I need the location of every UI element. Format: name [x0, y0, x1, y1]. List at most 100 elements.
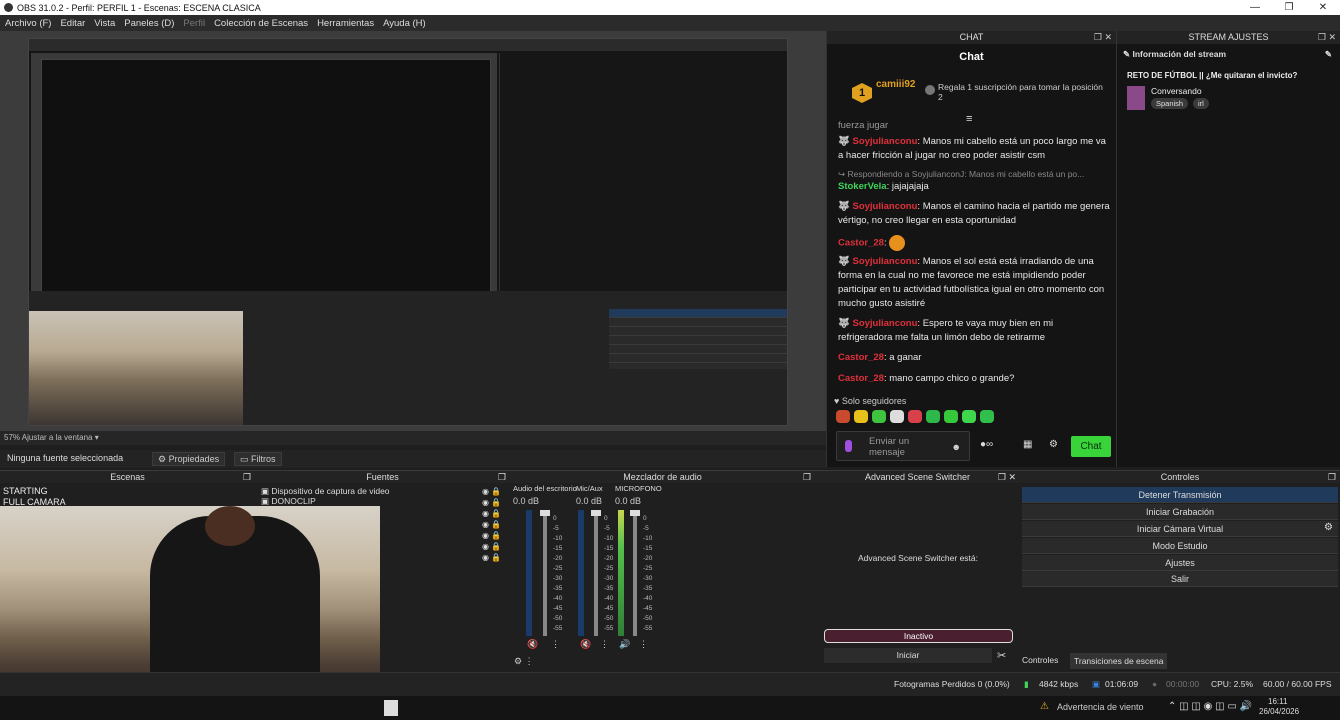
switcher-start-button[interactable]: Iniciar: [824, 648, 992, 663]
eye-icon[interactable]: ◉ 🔒: [482, 552, 501, 563]
emoji-icon[interactable]: ☻: [952, 442, 961, 452]
dock-float-close-icon[interactable]: ❐ ✕: [1094, 31, 1112, 44]
settings-gear-icon[interactable]: ⚙: [1049, 439, 1058, 450]
fader-knob[interactable]: [630, 510, 640, 516]
edit-icon[interactable]: ✎: [1325, 44, 1332, 64]
exit-button[interactable]: Salir: [1022, 571, 1338, 587]
volume-fader[interactable]: [543, 510, 547, 636]
muted-speaker-icon[interactable]: 🔇: [580, 639, 591, 650]
chat-username[interactable]: Soyjulianconu: [852, 136, 917, 147]
chat-message: 🐺 Soyjulianconu: Manos mi cabello está u…: [838, 135, 1110, 163]
channel-menu-icon[interactable]: ⋮: [600, 639, 609, 650]
emote-icon[interactable]: [944, 410, 958, 423]
menu-ayuda[interactable]: Ayuda (H): [383, 18, 426, 29]
chat-username[interactable]: Soyjulianconu: [852, 318, 917, 329]
emote-icon[interactable]: [908, 410, 922, 423]
chat-input[interactable]: Enviar un mensaje ☻: [836, 431, 970, 461]
mixer-settings-icon[interactable]: ⚙ ⋮: [514, 656, 534, 667]
eye-icon[interactable]: ◉ 🔒: [482, 497, 501, 508]
maximize-button[interactable]: ❐: [1272, 0, 1306, 15]
fader-knob[interactable]: [540, 510, 550, 516]
tab-transiciones[interactable]: Transiciones de escena: [1070, 653, 1168, 669]
chat-username[interactable]: Castor_28: [838, 352, 884, 363]
fader-knob[interactable]: [591, 510, 601, 516]
clock-date[interactable]: 26/04/2026: [1259, 707, 1299, 716]
properties-button[interactable]: ⚙ Propiedades: [152, 452, 226, 466]
source-item-capture[interactable]: ▣ Dispositivo de captura de video: [261, 486, 390, 496]
start-virtualcam-button[interactable]: Iniciar Cámara Virtual: [1022, 521, 1338, 537]
emote-icon[interactable]: [890, 410, 904, 423]
chat-username[interactable]: Castor_28: [838, 238, 884, 249]
menu-herramientas[interactable]: Herramientas: [317, 18, 374, 29]
emote-icon[interactable]: [836, 410, 850, 423]
emote-icon[interactable]: [854, 410, 868, 423]
chat-send-button[interactable]: Chat: [1071, 436, 1111, 457]
chat-username[interactable]: Castor_28: [838, 373, 884, 384]
tools-icon[interactable]: ✂: [997, 649, 1006, 662]
emote-icon[interactable]: [872, 410, 886, 423]
menu-archivo[interactable]: Archivo (F): [5, 18, 51, 29]
emote-icon[interactable]: [926, 410, 940, 423]
stop-stream-button[interactable]: Detener Transmisión: [1022, 487, 1338, 503]
tray-icons[interactable]: ⌃ ◫ ◫ ◉ ◫ ▭ 🔊: [1168, 701, 1252, 712]
channel-name: MICROFONO: [615, 484, 662, 493]
filters-button[interactable]: ▭ Filtros: [234, 452, 282, 466]
close-button[interactable]: ✕: [1306, 0, 1340, 15]
volume-fader[interactable]: [633, 510, 637, 636]
channel-menu-icon[interactable]: ⋮: [639, 639, 648, 650]
live-time: 01:06:09: [1105, 679, 1139, 689]
menu-perfil[interactable]: Perfil: [183, 18, 205, 29]
eye-icon[interactable]: ◉ 🔒: [482, 486, 501, 497]
start-recording-button[interactable]: Iniciar Grabación: [1022, 504, 1338, 520]
tab-controles[interactable]: Controles: [1022, 655, 1058, 665]
menu-vista[interactable]: Vista: [94, 18, 115, 29]
bits-icon[interactable]: ●∞: [980, 439, 993, 450]
pinned-gift[interactable]: 1 camiii92 Regala 1 suscripción para tom…: [836, 73, 1110, 109]
weather-alert[interactable]: Advertencia de viento: [1057, 702, 1144, 712]
image-icon: ▣: [261, 496, 270, 506]
eye-icon[interactable]: ◉ 🔒: [482, 508, 501, 519]
volume-meter: [578, 510, 584, 636]
mic-icon[interactable]: [845, 440, 852, 452]
taskbar-app-icon[interactable]: [384, 700, 398, 716]
virtualcam-settings-icon[interactable]: ⚙: [1324, 522, 1333, 533]
eye-icon[interactable]: ◉ 🔒: [482, 541, 501, 552]
followers-only-label: ♥ Solo seguidores: [834, 396, 907, 406]
window-titlebar: OBS 31.0.2 - Perfil: PERFIL 1 - Escenas:…: [0, 0, 1340, 15]
menu-paneles[interactable]: Paneles (D): [124, 18, 174, 29]
clock-time[interactable]: 16:11: [1268, 697, 1287, 706]
nested-chat: [499, 53, 662, 313]
minimize-button[interactable]: —: [1238, 0, 1272, 15]
scene-item-starting[interactable]: STARTING: [3, 486, 66, 497]
volume-fader[interactable]: [594, 510, 598, 636]
menu-editar[interactable]: Editar: [60, 18, 85, 29]
settings-button[interactable]: Ajustes: [1022, 555, 1338, 571]
preview-zoom[interactable]: 57% Ajustar a la ventana ▾: [0, 431, 826, 445]
preview-canvas[interactable]: [0, 31, 826, 431]
eye-icon[interactable]: ◉ 🔒: [482, 519, 501, 530]
chat-username[interactable]: Soyjulianconu: [852, 256, 917, 267]
dock-float-close-icon[interactable]: ❐ ✕: [1318, 31, 1336, 44]
chat-username[interactable]: StokerVela: [838, 181, 887, 192]
channel-menu-icon[interactable]: ⋮: [551, 639, 560, 650]
muted-speaker-icon[interactable]: 🔇: [527, 639, 538, 650]
mixer-header: Mezclador de audio ❐: [510, 470, 815, 483]
studio-mode-button[interactable]: Modo Estudio: [1022, 538, 1338, 554]
tag[interactable]: Spanish: [1151, 98, 1189, 109]
eye-icon[interactable]: ◉ 🔒: [482, 530, 501, 541]
ball-emote-icon: [889, 235, 906, 251]
taskbar: ⚠ Advertencia de viento ⌃ ◫ ◫ ◉ ◫ ▭ 🔊 16…: [0, 696, 1340, 720]
chat-username[interactable]: Soyjulianconu: [852, 201, 917, 212]
heart-icon: ♥: [834, 396, 840, 406]
store-icon[interactable]: ▦: [1023, 439, 1032, 450]
tag[interactable]: irl: [1193, 98, 1209, 109]
stream-dock-header: STREAM AJUSTES ❐ ✕: [1117, 31, 1340, 44]
speaker-icon[interactable]: 🔊: [619, 639, 630, 650]
menu-coleccion[interactable]: Colección de Escenas: [214, 18, 308, 29]
app-icon: [4, 3, 13, 12]
source-item-donoclip[interactable]: ▣ DONOCLIP: [261, 496, 390, 506]
nested-obs-capture: [28, 38, 788, 426]
emote-icon[interactable]: [980, 410, 994, 423]
db-scale: 0 -5 -10 -15 -20 -25 -30 -35 -40 -45 -50 -55: [643, 515, 653, 632]
emote-icon[interactable]: [962, 410, 976, 423]
